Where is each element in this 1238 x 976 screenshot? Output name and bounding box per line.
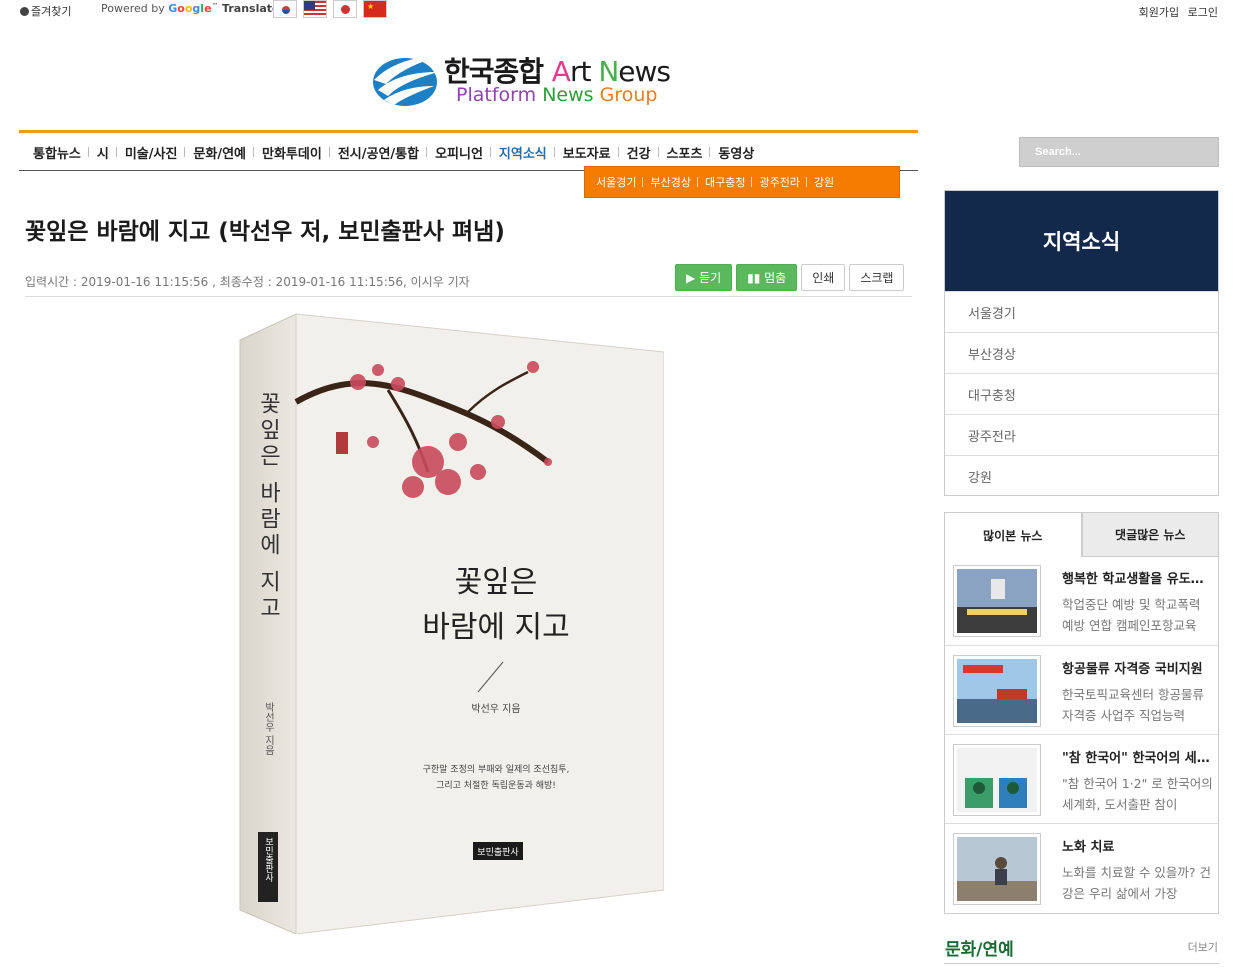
regional-submenu: 서울경기 부산경상 대구충청 광주전라 강원 [584,166,900,198]
search-input[interactable] [1020,138,1218,166]
join-link[interactable]: 회원가입 [1139,6,1179,19]
japan-flag-icon[interactable] [333,0,357,18]
tab-most-commented[interactable]: 댓글많은 뉴스 [1081,512,1219,557]
section-title[interactable]: 문화/연예 [945,935,1014,960]
news-title[interactable]: "참 한국어" 한국어의 세계화 [1062,747,1212,766]
usa-flag-icon[interactable] [303,0,327,18]
submenu-item-gangwon[interactable]: 강원 [805,174,841,190]
regional-news-title: 지역소식 [945,191,1218,291]
region-link-gwangju[interactable]: 광주전라 [945,414,1218,455]
submenu-item-gwangju[interactable]: 광주전라 [751,174,806,190]
article-tools: ▶ 듣기 ▮▮ 멈춤 인쇄 스크랩 [675,264,905,291]
cover-author: 박선우 지음 [471,703,520,715]
stop-button[interactable]: ▮▮ 멈춤 [736,264,798,291]
popular-news-list: 행복한 학교생활을 유도하는 캠페인 학업중단 예방 및 학교폭력 예방 연합 … [944,556,1219,914]
article-meta: 입력시간 : 2019-01-16 11:15:56 , 최종수정 : 2019… [25,275,470,289]
nav-item-comics[interactable]: 만화투데이 [253,143,330,162]
logo-subtitle: Platform News Group [456,84,658,106]
regional-news-box: 지역소식 서울경기 부산경상 대구충청 광주전라 강원 [944,190,1219,496]
print-button[interactable]: 인쇄 [801,264,846,291]
article-divider [25,296,912,297]
login-link[interactable]: 로그인 [1188,6,1218,19]
main-nav: 통합뉴스 시 미술/사진 문화/연예 만화투데이 전시/공연/통합 오피니언 지… [19,130,918,171]
nav-item-integrated-news[interactable]: 통합뉴스 [25,143,89,162]
cover-publisher: 보민출판사 [477,847,519,858]
tab-most-viewed[interactable]: 많이본 뉴스 [944,512,1082,557]
nav-item-exhibition[interactable]: 전시/공연/통합 [328,143,427,162]
news-thumbnail[interactable] [953,655,1041,727]
cover-title-line2: 바람에 지고 [422,610,570,645]
china-flag-icon[interactable]: ★ [363,0,387,18]
bookmark-link[interactable]: 즐겨찾기 [20,3,71,19]
news-title[interactable]: 행복한 학교생활을 유도하는 캠페인 [1062,568,1212,587]
scrap-button[interactable]: 스크랩 [849,264,905,291]
news-summary: "참 한국어 1·2" 로 한국어의 세계화, 도서출판 참이 [1062,776,1213,812]
spine-publisher: 보민출판사 [263,837,273,883]
news-thumbnail[interactable] [953,565,1041,637]
list-item[interactable]: 노화 치료 노화를 치료할 수 있을까? 건강은 우리 삶에서 가장 [945,823,1218,912]
news-title[interactable]: 항공물류 자격증 국비지원 [1062,658,1212,677]
popular-news-tabs: 많이본 뉴스 댓글많은 뉴스 [944,512,1219,557]
region-link-gangwon[interactable]: 강원 [945,455,1218,496]
region-link-busan[interactable]: 부산경상 [945,332,1218,373]
campaign-photo-icon [957,569,1037,633]
nav-item-art-photo[interactable]: 미술/사진 [115,143,186,162]
textbook-photo-icon [957,748,1037,812]
cover-blurb-line2: 그리고 처절한 독립운동과 해방! [436,779,556,791]
nav-item-health[interactable]: 건강 [617,143,659,162]
submenu-item-seoul[interactable]: 서울경기 [589,174,643,190]
korea-flag-icon[interactable] [273,0,297,18]
nav-item-culture[interactable]: 문화/연예 [184,143,254,162]
region-link-seoul[interactable]: 서울경기 [945,291,1218,332]
submenu-item-daegu[interactable]: 대구충청 [696,174,752,190]
nav-item-opinion[interactable]: 오피니언 [426,143,491,162]
more-link[interactable]: 더보기 [1188,939,1218,955]
news-summary: 노화를 치료할 수 있을까? 건강은 우리 삶에서 가장 [1062,865,1212,901]
spine-author: 박선우 지음 [263,702,275,755]
list-item[interactable]: 행복한 학교생활을 유도하는 캠페인 학업중단 예방 및 학교폭력 예방 연합 … [945,556,1218,645]
news-summary: 학업중단 예방 및 학교폭력 예방 연합 캠페인포항교육 [1062,597,1201,633]
culture-section-header: 문화/연예 더보기 [944,934,1219,964]
cover-blurb-line1: 구한말 조정의 부패와 일제의 조선침투, [423,763,570,775]
nav-item-press[interactable]: 보도자료 [553,143,619,162]
submenu-item-busan[interactable]: 부산경상 [642,174,697,190]
spine-title: 꽃잎은 바람에 지고 [256,392,281,622]
site-logo[interactable]: 한국종합 Art News Platform News Group [370,50,690,110]
list-item[interactable]: "참 한국어" 한국어의 세계화 "참 한국어 1·2" 로 한국어의 세계화,… [945,734,1218,823]
nav-item-sports[interactable]: 스포츠 [657,143,711,162]
bookmark-icon [20,7,29,16]
article-title: 꽃잎은 바람에 지고 (박선우 저, 보민출판사 펴냄) [25,219,505,245]
cover-title-line1: 꽃잎은 [455,565,538,600]
search-box [1019,137,1219,167]
nav-item-poetry[interactable]: 시 [87,143,117,162]
listen-button[interactable]: ▶ 듣기 [675,264,733,291]
news-summary: 한국토픽교육센터 항공물류 자격증 사업주 직업능력 [1062,687,1204,723]
news-thumbnail[interactable] [953,744,1041,816]
logistics-photo-icon [957,659,1037,723]
book-cover-image: 꽃잎은 바람에 지고 박선우 지음 보민출판사 꽃잎은 바람에 지고 박선우 지… [239,313,664,934]
news-thumbnail[interactable] [953,833,1041,905]
nav-item-video[interactable]: 동영상 [709,143,762,162]
google-translate-widget[interactable]: Powered by Google™ Translate [101,2,279,15]
nav-item-regional[interactable]: 지역소식 [489,143,555,162]
news-title[interactable]: 노화 치료 [1062,836,1212,855]
logo-mark-icon [373,56,440,106]
region-link-daegu[interactable]: 대구충청 [945,373,1218,414]
top-utility-bar: 즐겨찾기 Powered by Google™ Translate ★ 회원가입… [0,0,1238,22]
elderly-photo-icon [957,837,1037,901]
list-item[interactable]: 항공물류 자격증 국비지원 한국토픽교육센터 항공물류 자격증 사업주 직업능력 [945,645,1218,734]
